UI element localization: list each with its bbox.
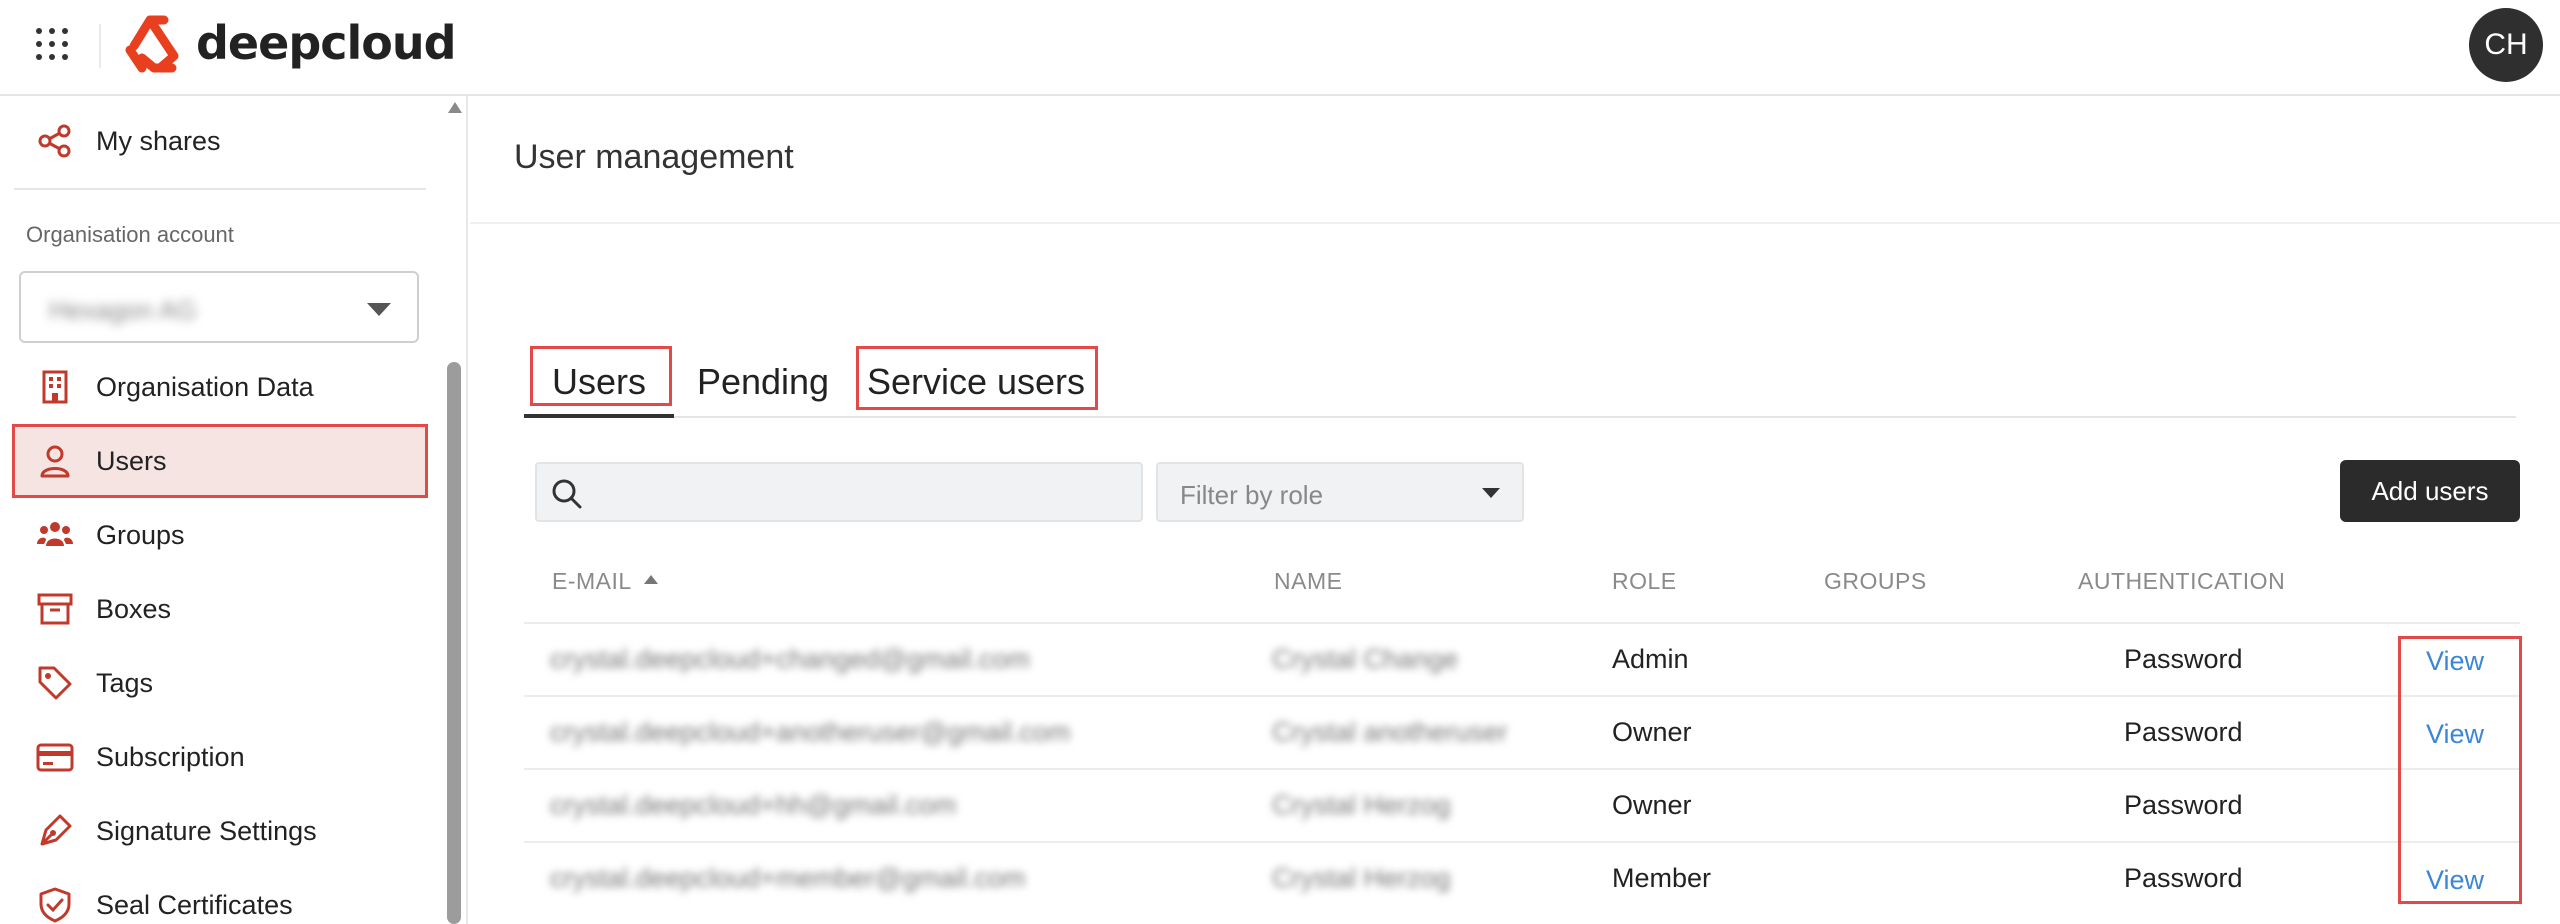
sidebar-item-label: My shares bbox=[96, 125, 221, 156]
share-icon bbox=[38, 124, 71, 158]
auth-cell: Password bbox=[2124, 863, 2243, 893]
sidebar-item-label: Seal Certificates bbox=[96, 889, 293, 920]
shield-check-icon bbox=[39, 887, 71, 923]
role-filter-select[interactable]: Filter by role bbox=[1156, 462, 1524, 522]
sidebar-scrollbar[interactable] bbox=[444, 96, 466, 924]
tab-pending[interactable]: Pending bbox=[684, 348, 842, 416]
chevron-down-icon bbox=[367, 303, 391, 316]
add-users-button[interactable]: Add users bbox=[2340, 460, 2520, 522]
title-divider bbox=[470, 222, 2560, 224]
name-cell: Crystal Herzog bbox=[1272, 863, 1451, 893]
sidebar-item-tags[interactable]: Tags bbox=[12, 646, 428, 720]
group-icon bbox=[37, 522, 73, 546]
sort-ascending-icon bbox=[643, 575, 658, 585]
user-avatar[interactable]: CH bbox=[2469, 8, 2543, 82]
column-header-label: NAME bbox=[1274, 568, 1343, 594]
role-cell: Owner bbox=[1612, 717, 1692, 747]
credit-card-icon bbox=[36, 743, 74, 772]
page-title: User management bbox=[514, 138, 794, 176]
header-divider bbox=[99, 24, 101, 68]
apps-grid-icon[interactable] bbox=[34, 26, 70, 62]
column-header-label: E-MAIL bbox=[552, 568, 632, 594]
sidebar-item-my-shares[interactable]: My shares bbox=[12, 104, 428, 178]
name-cell: Crystal Change bbox=[1272, 644, 1459, 674]
archive-box-icon bbox=[37, 593, 73, 625]
column-header-authentication[interactable]: AUTHENTICATION bbox=[2078, 568, 2285, 595]
sidebar-item-boxes[interactable]: Boxes bbox=[12, 572, 428, 646]
brand-logo[interactable]: deepcloud bbox=[120, 10, 457, 76]
sidebar-item-users[interactable]: Users bbox=[12, 424, 428, 498]
organisation-select[interactable]: Hexagon AG bbox=[19, 271, 419, 343]
column-header-label: GROUPS bbox=[1824, 568, 1927, 594]
column-header-label: AUTHENTICATION bbox=[2078, 568, 2286, 594]
column-header-name[interactable]: NAME bbox=[1274, 568, 1342, 595]
scrollbar-thumb[interactable] bbox=[447, 362, 461, 924]
column-header-role[interactable]: ROLE bbox=[1612, 568, 1677, 595]
chevron-down-icon bbox=[1482, 488, 1500, 498]
sidebar-item-label: Tags bbox=[96, 667, 154, 698]
highlight-box bbox=[530, 346, 672, 406]
section-label-organisation: Organisation account bbox=[26, 222, 234, 247]
name-cell: Crystal Herzog bbox=[1272, 790, 1451, 820]
sidebar-item-signature-settings[interactable]: Signature Settings bbox=[12, 794, 428, 868]
role-cell: Owner bbox=[1612, 790, 1692, 820]
highlight-box bbox=[856, 346, 1098, 410]
scroll-up-arrow-icon[interactable] bbox=[448, 102, 462, 113]
auth-cell: Password bbox=[2124, 790, 2243, 820]
search-input[interactable] bbox=[535, 462, 1143, 522]
pen-nib-icon bbox=[40, 814, 72, 846]
brand-name: deepcloud bbox=[196, 16, 457, 70]
sidebar-item-label: Subscription bbox=[96, 741, 245, 772]
role-filter-placeholder: Filter by role bbox=[1180, 480, 1324, 510]
sidebar: My shares Organisation account Hexagon A… bbox=[0, 96, 468, 924]
sidebar-item-label: Signature Settings bbox=[96, 815, 317, 846]
sidebar-item-label: Organisation Data bbox=[96, 371, 314, 402]
tag-icon bbox=[38, 666, 72, 700]
top-bar: deepcloud CH bbox=[0, 0, 2560, 96]
active-tab-indicator bbox=[524, 414, 674, 418]
table-row: crystal.deepcloud+member@gmail.com Cryst… bbox=[524, 841, 2520, 914]
sidebar-item-groups[interactable]: Groups bbox=[12, 498, 428, 572]
deepcloud-logo-icon bbox=[125, 15, 179, 73]
email-cell: crystal.deepcloud+changed@gmail.com bbox=[550, 644, 1030, 674]
role-cell: Member bbox=[1612, 863, 1712, 893]
email-cell: crystal.deepcloud+anotheruser@gmail.com bbox=[550, 717, 1071, 747]
user-icon bbox=[40, 445, 70, 478]
sidebar-item-label: Boxes bbox=[96, 593, 172, 624]
table-row: crystal.deepcloud+changed@gmail.com Crys… bbox=[524, 622, 2520, 695]
column-header-groups[interactable]: GROUPS bbox=[1824, 568, 1927, 595]
tab-label: Pending bbox=[696, 361, 830, 402]
name-cell: Crystal anotheruser bbox=[1272, 717, 1508, 747]
sidebar-divider bbox=[14, 188, 426, 190]
building-icon bbox=[42, 370, 68, 404]
role-cell: Admin bbox=[1612, 644, 1689, 674]
sidebar-item-label: Groups bbox=[96, 519, 185, 550]
sidebar-item-subscription[interactable]: Subscription bbox=[12, 720, 428, 794]
auth-cell: Password bbox=[2124, 644, 2243, 674]
search-icon bbox=[552, 479, 582, 509]
table-row: crystal.deepcloud+anotheruser@gmail.com … bbox=[524, 695, 2520, 768]
column-header-label: ROLE bbox=[1612, 568, 1677, 594]
sidebar-item-label: Users bbox=[96, 445, 167, 476]
tab-bar: Users Pending Service users bbox=[524, 346, 2516, 418]
sidebar-item-organisation-data[interactable]: Organisation Data bbox=[12, 350, 428, 424]
table-row: crystal.deepcloud+hh@gmail.com Crystal H… bbox=[524, 768, 2520, 841]
organisation-select-value: Hexagon AG bbox=[49, 295, 197, 325]
email-cell: crystal.deepcloud+member@gmail.com bbox=[550, 863, 1026, 893]
highlight-box bbox=[2398, 636, 2522, 904]
auth-cell: Password bbox=[2124, 717, 2243, 747]
main-content: User management Users Pending Service us… bbox=[470, 96, 2560, 924]
sidebar-item-seal-certificates[interactable]: Seal Certificates bbox=[12, 868, 428, 924]
column-header-email[interactable]: E-MAIL bbox=[552, 568, 658, 595]
email-cell: crystal.deepcloud+hh@gmail.com bbox=[550, 790, 957, 820]
